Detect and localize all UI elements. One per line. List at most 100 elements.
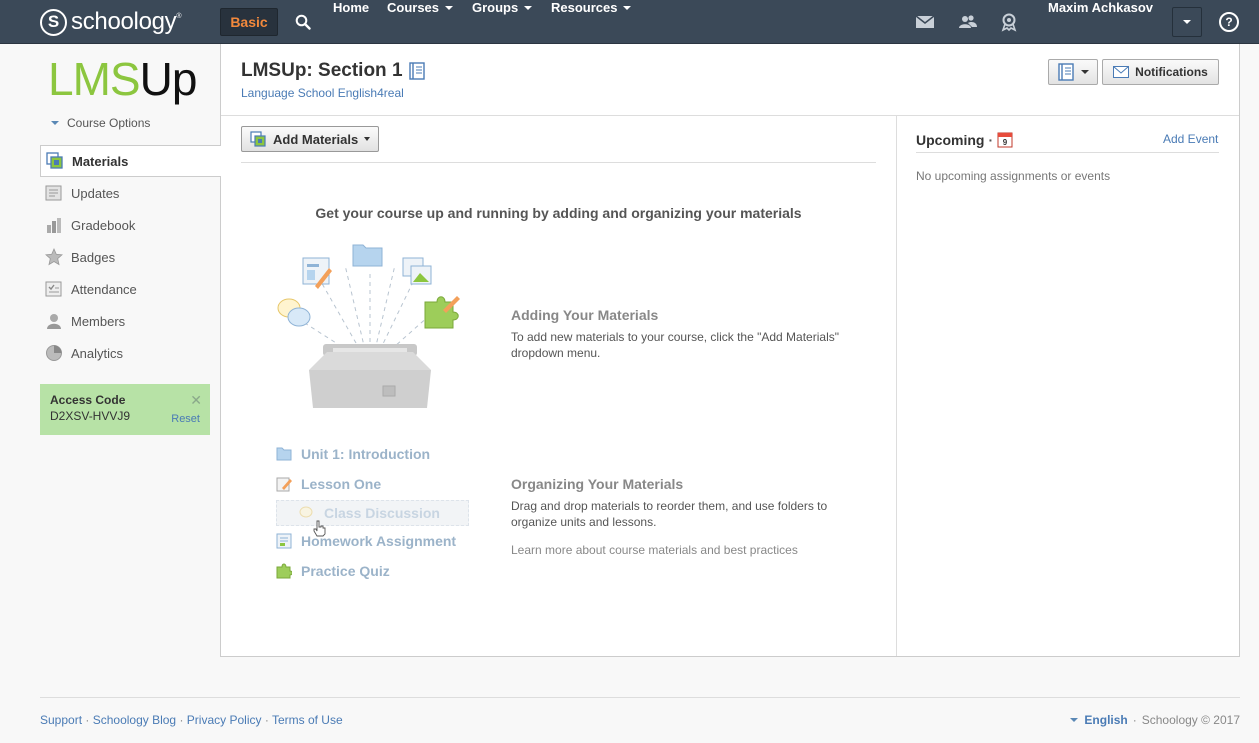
demo-unit-folder: Unit 1: Introduction bbox=[276, 446, 430, 462]
requests-icon[interactable] bbox=[999, 12, 1019, 32]
badge-icon bbox=[45, 248, 63, 266]
close-icon[interactable]: ✕ bbox=[190, 392, 202, 409]
gradebook-icon bbox=[47, 218, 61, 233]
footer-divider bbox=[40, 697, 1240, 698]
school-link[interactable]: Language School English4real bbox=[241, 86, 404, 100]
course-book-icon[interactable] bbox=[408, 62, 426, 80]
chevron-down-icon bbox=[623, 5, 632, 10]
divider bbox=[916, 152, 1219, 153]
add-materials-icon bbox=[250, 131, 266, 147]
empty-state-heading: Get your course up and running by adding… bbox=[315, 205, 802, 221]
sidebar-item-gradebook[interactable]: Gradebook bbox=[40, 209, 221, 241]
organizing-materials-text: Drag and drop materials to reorder them,… bbox=[511, 499, 828, 529]
messages-icon[interactable] bbox=[915, 12, 935, 32]
course-title: LMSUp: Section 1 bbox=[241, 60, 403, 81]
sidebar-item-updates[interactable]: Updates bbox=[40, 177, 221, 209]
footer-link-terms[interactable]: Terms of Use bbox=[272, 713, 343, 727]
calendar-icon[interactable]: 9 bbox=[997, 131, 1013, 148]
course-options-menu[interactable]: Course Options bbox=[51, 116, 150, 130]
chevron-down-icon bbox=[1183, 20, 1191, 24]
course-logo: LMS Up bbox=[48, 53, 197, 106]
chevron-down-icon bbox=[364, 137, 371, 141]
sidebar-item-attendance[interactable]: Attendance bbox=[40, 273, 221, 305]
assignment-icon bbox=[276, 533, 292, 549]
divider bbox=[221, 115, 1239, 116]
user-name[interactable]: Maxim Achkasov bbox=[1048, 0, 1153, 44]
page-title: LMSUp: Section 1 bbox=[241, 60, 426, 82]
footer-links: Support · Schoology Blog · Privacy Polic… bbox=[40, 713, 343, 727]
nav-groups-label: Groups bbox=[472, 0, 519, 15]
sidebar-item-materials[interactable]: Materials bbox=[40, 145, 221, 177]
page-icon bbox=[276, 477, 292, 492]
footer-separator: · bbox=[1132, 713, 1137, 727]
footer-separator: · bbox=[264, 713, 269, 727]
footer-link-support[interactable]: Support bbox=[40, 713, 82, 727]
sidebar-item-label: Attendance bbox=[71, 281, 137, 297]
access-code-reset-link[interactable]: Reset bbox=[171, 413, 200, 425]
envelope-icon bbox=[1113, 66, 1130, 78]
nav-home-label: Home bbox=[333, 0, 370, 15]
course-logo-up: Up bbox=[139, 53, 198, 105]
sidebar-item-label: Analytics bbox=[71, 345, 124, 361]
basic-button[interactable]: Basic bbox=[220, 8, 278, 36]
access-code-box: Access Code D2XSV-HVVJ9 ✕ Reset bbox=[40, 384, 210, 435]
folder-icon bbox=[276, 447, 292, 461]
footer-link-privacy[interactable]: Privacy Policy bbox=[187, 713, 262, 727]
registered-mark: ® bbox=[176, 13, 182, 20]
nav-resources[interactable]: Resources bbox=[551, 0, 632, 44]
organizing-materials-title: Organizing Your Materials bbox=[511, 476, 684, 492]
sidebar-item-members[interactable]: Members bbox=[40, 305, 221, 337]
language-selector[interactable]: English bbox=[1084, 713, 1127, 727]
updates-icon bbox=[45, 185, 62, 201]
demo-quiz: Practice Quiz bbox=[276, 563, 390, 579]
footer-separator: · bbox=[85, 713, 90, 727]
footer-separator: · bbox=[179, 713, 184, 727]
add-event-link[interactable]: Add Event bbox=[1163, 132, 1218, 146]
connections-icon[interactable] bbox=[958, 12, 978, 32]
course-view-dropdown[interactable] bbox=[1048, 59, 1098, 85]
schoology-logo-text: schoology bbox=[71, 8, 177, 35]
learn-more-link[interactable]: Learn more about course materials and be… bbox=[511, 543, 798, 557]
adding-materials-title: Adding Your Materials bbox=[511, 307, 659, 323]
access-code-title: Access Code bbox=[50, 393, 126, 407]
divider bbox=[241, 162, 876, 163]
nav-home[interactable]: Home bbox=[333, 0, 369, 44]
analytics-icon bbox=[46, 345, 62, 361]
sidebar-item-label: Materials bbox=[72, 153, 129, 169]
nav-courses[interactable]: Courses bbox=[387, 0, 454, 44]
nav-resources-label: Resources bbox=[551, 0, 618, 15]
demo-dragged-discussion: Class Discussion bbox=[276, 500, 469, 526]
add-materials-label: Add Materials bbox=[273, 131, 359, 147]
schoology-logo-mark: S bbox=[40, 8, 67, 36]
demo-item-label: Class Discussion bbox=[324, 505, 440, 521]
puzzle-icon bbox=[276, 563, 292, 579]
notifications-button[interactable]: Notifications bbox=[1102, 59, 1219, 85]
course-sidebar-nav: Materials Updates Gradebook Badges Atten… bbox=[40, 145, 221, 369]
members-icon bbox=[47, 314, 61, 329]
no-upcoming-message: No upcoming assignments or events bbox=[916, 169, 1111, 183]
footer-link-blog[interactable]: Schoology Blog bbox=[93, 713, 176, 727]
discussion-icon bbox=[299, 506, 313, 518]
search-icon[interactable] bbox=[295, 14, 311, 30]
help-icon[interactable]: ? bbox=[1219, 12, 1239, 32]
chevron-down-icon bbox=[1081, 70, 1089, 74]
sidebar-item-label: Members bbox=[71, 313, 126, 329]
column-divider bbox=[896, 116, 897, 656]
chevron-down-icon bbox=[445, 5, 454, 10]
demo-homework: Homework Assignment bbox=[276, 533, 456, 549]
demo-item-label: Practice Quiz bbox=[301, 563, 390, 579]
course-book-icon bbox=[1058, 63, 1074, 81]
add-materials-button[interactable]: Add Materials bbox=[241, 126, 379, 152]
copyright: Schoology © 2017 bbox=[1141, 713, 1240, 727]
schoology-logo[interactable]: S schoology ® bbox=[40, 8, 182, 36]
demo-item-label: Lesson One bbox=[301, 476, 382, 492]
sidebar-item-label: Updates bbox=[71, 185, 120, 201]
materials-icon bbox=[46, 152, 63, 169]
sidebar-item-analytics[interactable]: Analytics bbox=[40, 337, 221, 369]
user-menu-dropdown[interactable] bbox=[1172, 7, 1202, 37]
calendar-day: 9 bbox=[1003, 138, 1008, 147]
footer-right: English · Schoology © 2017 bbox=[1070, 713, 1240, 727]
nav-groups[interactable]: Groups bbox=[472, 0, 533, 44]
sidebar-item-badges[interactable]: Badges bbox=[40, 241, 221, 273]
chevron-down-icon bbox=[51, 120, 59, 125]
